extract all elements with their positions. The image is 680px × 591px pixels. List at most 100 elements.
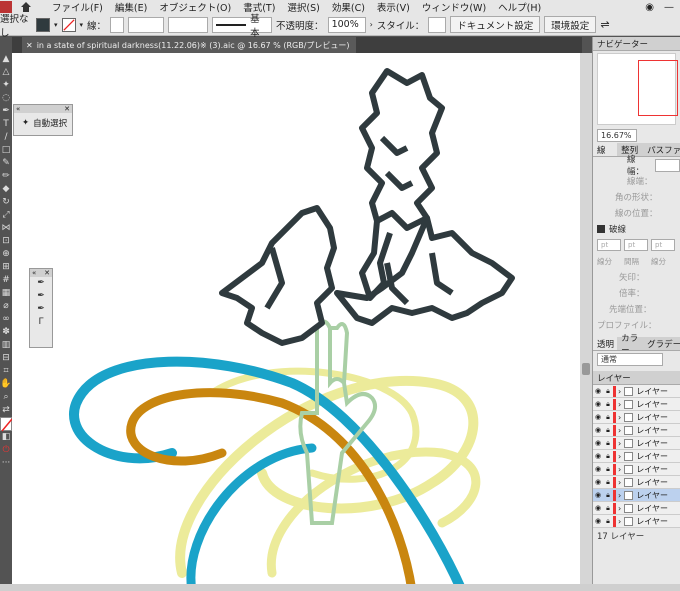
layer-row[interactable]: ◉ 🔒︎ › レイヤー (593, 398, 680, 411)
panel-header[interactable]: «✕ (30, 269, 52, 277)
edit-toolbar-icon[interactable]: ··· (0, 457, 12, 470)
minimize-icon[interactable]: — (664, 2, 674, 13)
artboard-canvas[interactable] (12, 53, 580, 591)
type-tool-icon[interactable]: T (0, 118, 12, 131)
eye-icon[interactable]: ◉ (593, 387, 603, 395)
lock-icon[interactable]: 🔒︎ (603, 478, 613, 487)
perspective-grid-tool-icon[interactable]: ⊞ (0, 261, 12, 274)
expand-chevron-icon[interactable]: › (618, 465, 621, 474)
gradient-tab[interactable]: グラデーション (643, 337, 680, 351)
layer-row[interactable]: ◉ 🔒︎ › レイヤー (593, 463, 680, 476)
expand-chevron-icon[interactable]: › (618, 439, 621, 448)
collapse-icon[interactable]: « (16, 105, 20, 113)
width-tool-icon[interactable]: ⋈ (0, 222, 12, 235)
brush-tool-icon[interactable]: ✎ (0, 157, 12, 170)
layer-row[interactable]: ◉ 🔒︎ › レイヤー (593, 411, 680, 424)
lock-icon[interactable]: 🔒︎ (603, 439, 613, 448)
dash-field-2[interactable]: pt (651, 239, 675, 251)
screen-mode-icon[interactable]: ⏻ (0, 444, 12, 457)
eye-icon[interactable]: ◉ (593, 400, 603, 408)
gap-field-1[interactable]: pt (624, 239, 648, 251)
artboard-tool-icon[interactable]: ⊟ (0, 352, 12, 365)
pencil-tool-icon[interactable]: ✏ (0, 170, 12, 183)
lock-icon[interactable]: 🔒︎ (603, 504, 613, 513)
document-tab[interactable]: ✕ in a state of spiritual darkness(11.22… (22, 37, 356, 53)
slice-tool-icon[interactable]: ⌗ (0, 365, 12, 378)
blend-mode-select[interactable]: 通常 (597, 352, 663, 366)
mesh-tool-icon[interactable]: # (0, 274, 12, 287)
shape-builder-tool-icon[interactable]: ⊕ (0, 248, 12, 261)
menu-item[interactable]: 効果(C) (332, 0, 365, 14)
eye-icon[interactable]: ◉ (593, 504, 603, 512)
eye-icon[interactable]: ◉ (593, 491, 603, 499)
auto-select-label[interactable]: 自動選択 (33, 117, 67, 129)
chevron-right-icon[interactable]: › (370, 20, 373, 29)
navigator-tab[interactable]: ナビゲーター (593, 37, 680, 51)
fill-stroke-swatch[interactable] (0, 417, 13, 432)
layer-row[interactable]: ◉ 🔒︎ › レイヤー (593, 385, 680, 398)
menu-item[interactable]: オブジェクト(O) (159, 0, 231, 14)
expand-chevron-icon[interactable]: › (618, 452, 621, 461)
menu-item[interactable]: 選択(S) (287, 0, 319, 14)
collapse-icon[interactable]: « (32, 269, 36, 277)
blend-tool-icon[interactable]: ∞ (0, 313, 12, 326)
eye-icon[interactable]: ◉ (593, 452, 603, 460)
stroke-tab[interactable]: 線 (593, 143, 618, 157)
eye-icon[interactable]: ◉ (593, 517, 603, 525)
eye-icon[interactable]: ◉ (593, 413, 603, 421)
layer-row[interactable]: ◉ 🔒︎ › レイヤー (593, 476, 680, 489)
lock-icon[interactable]: 🔒︎ (603, 400, 613, 409)
delete-anchor-point-tool-icon[interactable]: ✒ (30, 303, 52, 316)
layers-tab[interactable]: レイヤー (593, 371, 680, 385)
color-tab[interactable]: カラー (617, 334, 644, 356)
free-transform-tool-icon[interactable]: ⊡ (0, 235, 12, 248)
gradient-tool-icon[interactable]: ▦ (0, 287, 12, 300)
expand-chevron-icon[interactable]: › (618, 517, 621, 526)
rectangle-tool-icon[interactable]: □ (0, 144, 12, 157)
lock-icon[interactable]: 🔒︎ (603, 491, 613, 500)
swap-colors-icon[interactable]: ⇄ (0, 404, 12, 417)
lock-icon[interactable]: 🔒︎ (603, 517, 613, 526)
vertical-scrollbar[interactable] (580, 53, 592, 591)
layer-row[interactable]: ◉ 🔒︎ › レイヤー (593, 424, 680, 437)
magic-wand-icon[interactable]: ✦ (22, 118, 29, 128)
dashed-checkbox[interactable] (597, 225, 605, 233)
direct-selection-tool-icon[interactable]: △ (0, 66, 12, 79)
draw-mode-icon[interactable]: ◧ (0, 431, 12, 444)
add-anchor-point-tool-icon[interactable]: ✒ (30, 290, 52, 303)
graph-tool-icon[interactable]: ▥ (0, 339, 12, 352)
eye-icon[interactable]: ◉ (593, 439, 603, 447)
opacity-field[interactable]: 100% (327, 16, 366, 33)
scrollbar-thumb[interactable] (582, 363, 590, 375)
menu-item[interactable]: ファイル(F) (52, 0, 103, 14)
anchor-point-tool-icon[interactable]: ᒥ (30, 316, 52, 329)
pen-tool-icon[interactable]: ✒ (0, 105, 12, 118)
layer-row[interactable]: ◉ 🔒︎ › レイヤー (593, 515, 680, 528)
zoom-tool-icon[interactable]: ⌕ (0, 391, 12, 404)
menu-item[interactable]: 編集(E) (115, 0, 147, 14)
scale-tool-icon[interactable]: ⤢ (0, 209, 12, 222)
expand-chevron-icon[interactable]: › (618, 478, 621, 487)
menu-item[interactable]: ウィンドウ(W) (422, 0, 486, 14)
zoom-field[interactable]: 16.67% (597, 128, 637, 142)
arrange-icon[interactable]: ⇌ (600, 18, 609, 31)
menu-item[interactable]: 表示(V) (377, 0, 410, 14)
eye-icon[interactable]: ◉ (593, 465, 603, 473)
symbol-sprayer-tool-icon[interactable]: ✽ (0, 326, 12, 339)
expand-chevron-icon[interactable]: › (618, 504, 621, 513)
eye-icon[interactable]: ◉ (593, 426, 603, 434)
expand-chevron-icon[interactable]: › (618, 491, 621, 500)
stroke-width-field[interactable] (110, 16, 125, 33)
lock-icon[interactable]: 🔒︎ (603, 387, 613, 396)
stroke-none-swatch[interactable] (61, 17, 76, 32)
chevron-down-icon[interactable]: ▾ (54, 21, 58, 29)
fill-swatch[interactable] (36, 17, 50, 32)
account-icon[interactable]: ◉ (645, 2, 654, 13)
layer-row[interactable]: ◉ 🔒︎ › レイヤー (593, 489, 680, 502)
lock-icon[interactable]: 🔒︎ (603, 465, 613, 474)
layer-row[interactable]: ◉ 🔒︎ › レイヤー (593, 450, 680, 463)
layer-row[interactable]: ◉ 🔒︎ › レイヤー (593, 502, 680, 515)
pen-tool-icon[interactable]: ✒ (30, 277, 52, 290)
stroke-weight-field[interactable] (655, 158, 680, 172)
dash-field[interactable] (168, 16, 209, 33)
